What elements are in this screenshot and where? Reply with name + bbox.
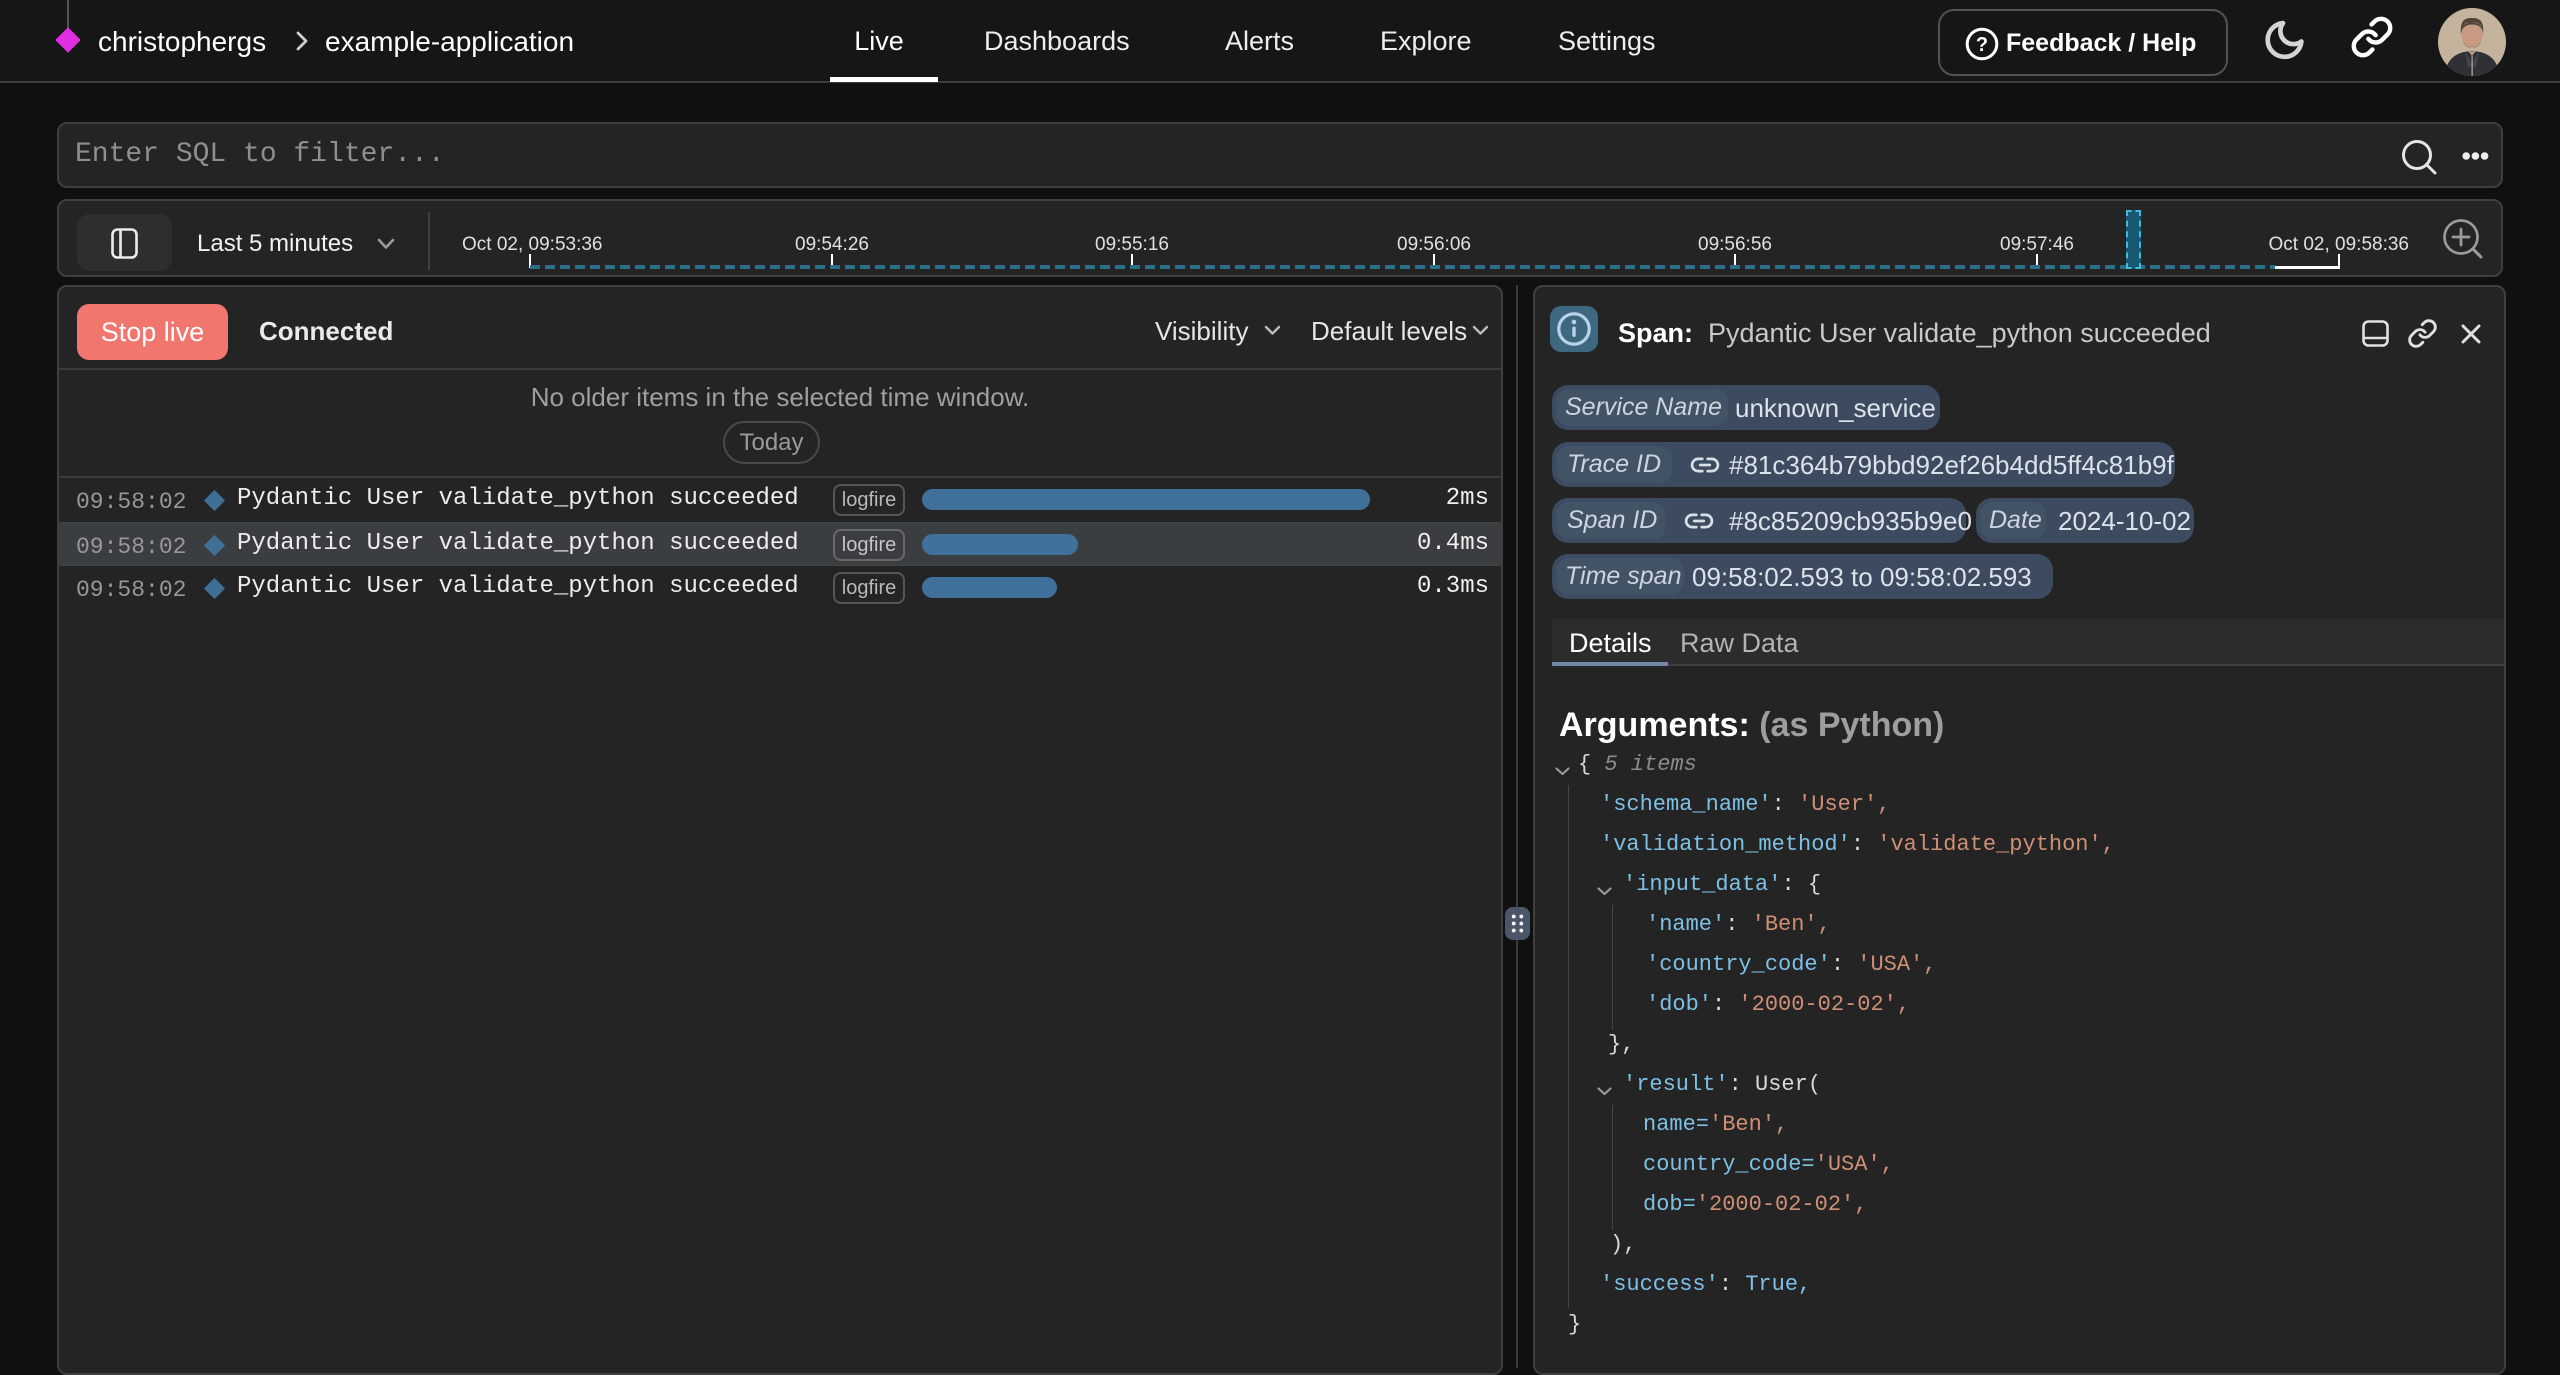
- svg-text:?: ?: [1976, 34, 1988, 56]
